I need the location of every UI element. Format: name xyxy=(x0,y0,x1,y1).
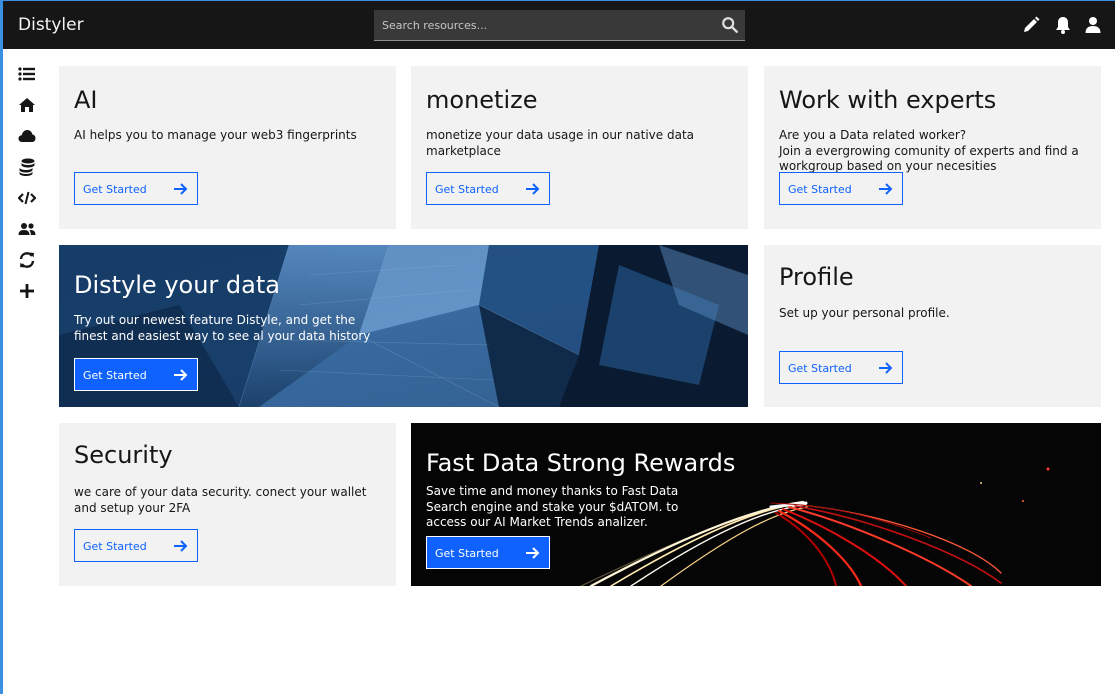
button-label: Get Started xyxy=(83,183,147,196)
tile-monetize-text: monetize your data usage in our native d… xyxy=(426,128,694,158)
refresh-icon xyxy=(19,252,35,268)
button-label: Get Started xyxy=(435,183,499,196)
sidebar-item-add[interactable] xyxy=(17,281,37,301)
home-icon xyxy=(19,98,35,112)
app-title[interactable]: Distyler xyxy=(18,15,84,35)
tile-monetize-title: monetize xyxy=(426,86,538,114)
arrow-right-icon xyxy=(526,183,540,195)
rewards-get-started-button[interactable]: Get Started xyxy=(426,536,550,569)
arrow-right-icon xyxy=(526,547,540,559)
cloud-icon xyxy=(18,130,36,142)
sidebar-item-users[interactable] xyxy=(17,219,37,239)
arrow-right-icon xyxy=(879,183,893,195)
sidebar-item-cloud[interactable] xyxy=(17,126,37,146)
arrow-right-icon xyxy=(174,540,188,552)
button-label: Get Started xyxy=(788,362,852,375)
button-label: Get Started xyxy=(83,540,147,553)
sidebar-item-list[interactable] xyxy=(17,64,37,84)
tile-monetize: monetize monetize your data usage in our… xyxy=(411,66,748,229)
tile-profile: Profile Set up your personal profile. Ge… xyxy=(764,245,1101,407)
sidebar-item-refresh[interactable] xyxy=(17,250,37,270)
experts-get-started-button[interactable]: Get Started xyxy=(779,172,903,205)
ai-get-started-button[interactable]: Get Started xyxy=(74,172,198,205)
tile-profile-text: Set up your personal profile. xyxy=(779,306,950,320)
tile-profile-title: Profile xyxy=(779,263,854,291)
tile-experts: Work with experts Are you a Data related… xyxy=(764,66,1101,229)
edit-icon[interactable] xyxy=(1021,15,1041,35)
search-icon[interactable] xyxy=(721,16,739,34)
tile-experts-text: Are you a Data related worker? Join a ev… xyxy=(779,128,1079,173)
tile-ai-text: AI helps you to manage your web3 fingerp… xyxy=(74,128,357,142)
notification-icon[interactable] xyxy=(1053,15,1073,35)
tile-security-title: Security xyxy=(74,441,173,469)
sidebar-item-database[interactable] xyxy=(17,157,37,177)
sidebar-item-code[interactable] xyxy=(17,188,37,208)
tile-rewards-text: Save time and money thanks to Fast Data … xyxy=(426,484,679,529)
arrow-right-icon xyxy=(879,362,893,374)
database-icon xyxy=(19,158,35,176)
button-label: Get Started xyxy=(788,183,852,196)
tile-security: Security we care of your data security. … xyxy=(59,423,396,586)
sidebar-item-home[interactable] xyxy=(17,95,37,115)
tile-ai: AI AI helps you to manage your web3 fing… xyxy=(59,66,396,229)
distyle-get-started-button[interactable]: Get Started xyxy=(74,358,198,391)
button-label: Get Started xyxy=(83,369,147,382)
button-label: Get Started xyxy=(435,547,499,560)
top-header: Distyler xyxy=(3,1,1115,49)
tile-security-text: we care of your data security. conect yo… xyxy=(74,485,367,515)
tile-rewards-title: Fast Data Strong Rewards xyxy=(426,449,736,477)
monetize-get-started-button[interactable]: Get Started xyxy=(426,172,550,205)
code-icon xyxy=(18,191,36,205)
arrow-right-icon xyxy=(174,369,188,381)
sidebar xyxy=(3,49,51,694)
list-icon xyxy=(18,67,35,81)
search-input[interactable] xyxy=(374,10,704,40)
profile-get-started-button[interactable]: Get Started xyxy=(779,351,903,384)
users-icon xyxy=(18,223,36,235)
search-bar xyxy=(374,10,745,41)
tile-distyle: Distyle your data Try out our newest fea… xyxy=(59,245,748,407)
tile-distyle-title: Distyle your data xyxy=(74,271,280,299)
user-icon[interactable] xyxy=(1083,15,1103,35)
add-icon xyxy=(20,284,34,298)
arrow-right-icon xyxy=(174,183,188,195)
tile-ai-title: AI xyxy=(74,86,98,114)
security-get-started-button[interactable]: Get Started xyxy=(74,529,198,562)
tile-rewards: Fast Data Strong Rewards Save time and m… xyxy=(411,423,1101,586)
tile-distyle-text: Try out our newest feature Distyle, and … xyxy=(74,313,371,343)
tile-experts-title: Work with experts xyxy=(779,86,997,114)
